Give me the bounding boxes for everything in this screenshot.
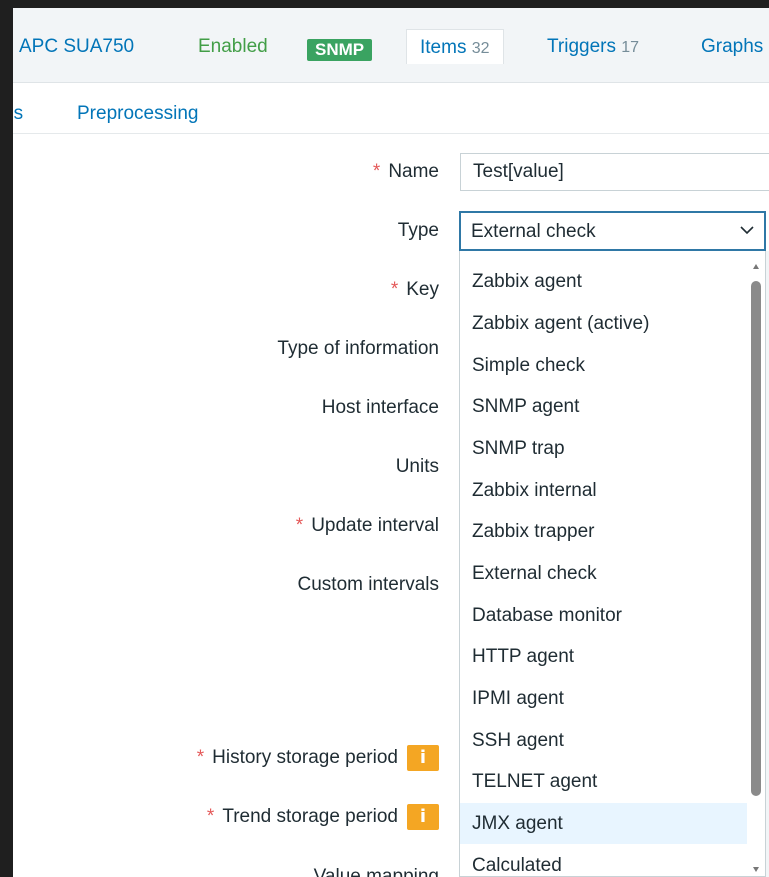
type-option[interactable]: Database monitor (460, 595, 747, 636)
tab-graphs[interactable]: Graphs (701, 36, 763, 58)
type-option[interactable]: HTTP agent (460, 636, 747, 677)
type-selected-value: External check (471, 221, 596, 242)
type-option[interactable]: Calculated (460, 845, 747, 876)
tab-triggers-count: 17 (621, 39, 640, 56)
name-label-text: Name (388, 161, 439, 182)
type-option[interactable]: Zabbix internal (460, 470, 747, 511)
host-navigation-bar: APC SUA750 Enabled SNMP Items 32 Trigger… (13, 8, 769, 83)
type-option[interactable]: TELNET agent (460, 761, 747, 802)
units-label: Units (395, 456, 439, 477)
tab-triggers[interactable]: Triggers 17 (547, 36, 639, 58)
item-form-tabs: gs Preprocessing (13, 83, 769, 134)
type-option[interactable]: IPMI agent (460, 678, 747, 719)
scroll-up-icon[interactable] (752, 263, 760, 271)
type-option[interactable]: SSH agent (460, 720, 747, 761)
tab-items-label: Items (420, 37, 467, 58)
tab-items[interactable]: Items 32 (406, 29, 504, 64)
update-interval-label-text: Update interval (311, 515, 439, 536)
tab-preprocessing[interactable]: Preprocessing (77, 103, 198, 125)
required-mark: * (196, 747, 205, 769)
required-mark: * (390, 279, 399, 300)
update-interval-label: * Update interval (296, 515, 439, 537)
type-of-information-label: Type of information (277, 338, 439, 359)
type-option[interactable]: Simple check (460, 345, 747, 386)
type-option[interactable]: SNMP agent (460, 386, 747, 427)
type-dropdown-list[interactable]: Zabbix agent Zabbix agent (active) Simpl… (459, 251, 766, 877)
key-label: * Key (391, 279, 439, 301)
dropdown-scrollbar[interactable] (747, 251, 765, 876)
chevron-down-icon (740, 226, 754, 235)
tab-items-count: 32 (471, 40, 490, 57)
required-mark: * (206, 806, 215, 828)
type-option[interactable]: Zabbix agent (460, 261, 747, 302)
trend-storage-label-text: Trend storage period (222, 806, 398, 828)
history-storage-label: * History storage period i (197, 745, 439, 771)
key-label-text: Key (406, 279, 439, 300)
host-link[interactable]: APC SUA750 (19, 36, 134, 58)
type-select[interactable]: External check (459, 211, 766, 251)
info-icon[interactable]: i (407, 745, 439, 771)
type-option-highlighted[interactable]: JMX agent (460, 803, 747, 844)
scrollbar-thumb[interactable] (751, 281, 761, 796)
host-interface-label: Host interface (321, 397, 439, 418)
scroll-down-icon[interactable] (752, 865, 760, 873)
trend-storage-label: * Trend storage period i (207, 804, 439, 830)
type-option[interactable]: Zabbix trapper (460, 511, 747, 552)
item-edit-window: APC SUA750 Enabled SNMP Items 32 Trigger… (13, 8, 769, 877)
type-option[interactable]: Zabbix agent (active) (460, 303, 747, 344)
name-label: * Name (373, 161, 439, 183)
type-label: Type (397, 220, 439, 241)
type-option[interactable]: SNMP trap (460, 428, 747, 469)
host-status-enabled[interactable]: Enabled (198, 36, 268, 58)
custom-intervals-label: Custom intervals (297, 574, 440, 595)
history-storage-label-text: History storage period (212, 747, 398, 769)
snmp-availability-badge: SNMP (307, 39, 373, 61)
required-mark: * (295, 515, 304, 536)
info-icon[interactable]: i (407, 804, 439, 830)
required-mark: * (372, 161, 381, 182)
name-input[interactable] (460, 153, 769, 191)
tab-triggers-label: Triggers (547, 36, 616, 57)
type-option[interactable]: External check (460, 553, 747, 594)
value-mapping-label: Value mapping (313, 866, 439, 877)
tab-tags[interactable]: gs (13, 103, 23, 125)
